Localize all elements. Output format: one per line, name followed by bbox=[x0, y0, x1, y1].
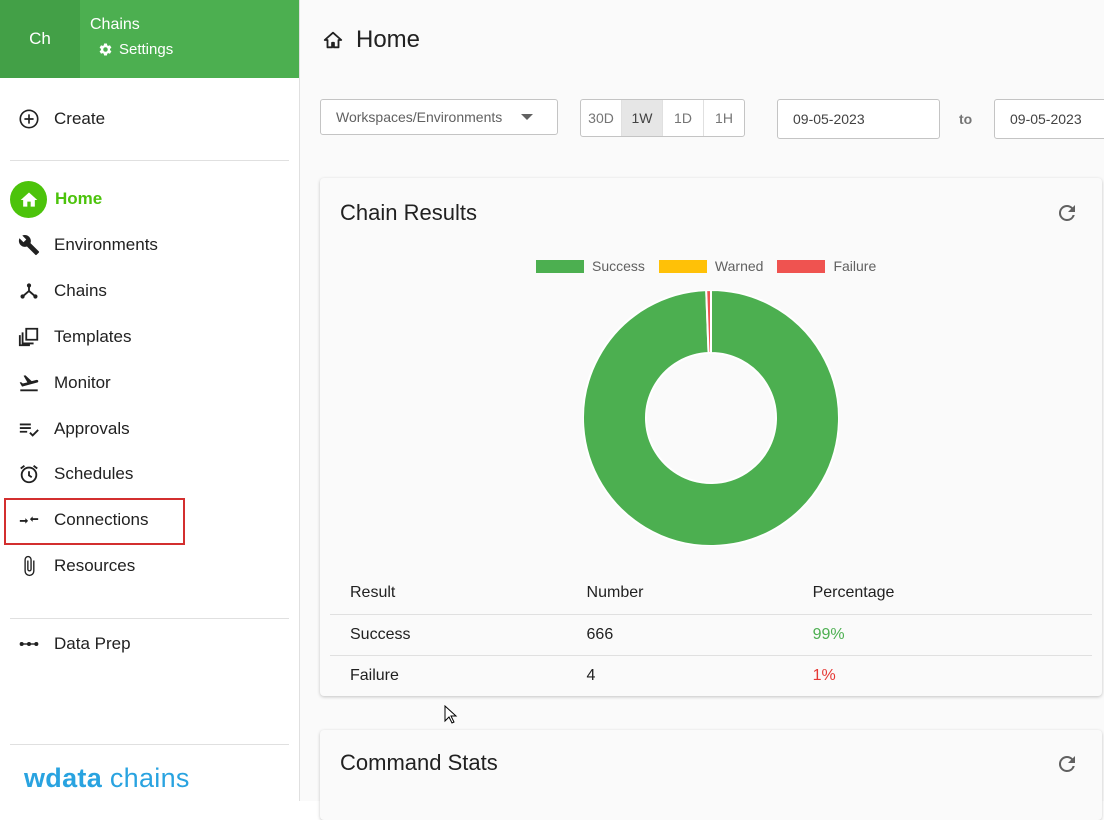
wrench-icon bbox=[18, 234, 40, 256]
table-row: Success 666 99% bbox=[330, 614, 1092, 656]
chain-results-title: Chain Results bbox=[340, 200, 477, 225]
range-1d-button[interactable]: 1D bbox=[663, 100, 704, 136]
sidebar-item-data-prep[interactable]: Data Prep bbox=[18, 627, 131, 661]
sidebar-header: Ch Chains Settings bbox=[0, 0, 299, 78]
app-title: Chains bbox=[90, 16, 140, 33]
sidebar-item-environments[interactable]: Environments bbox=[18, 228, 158, 262]
column-header: Result bbox=[350, 584, 396, 601]
sidebar-item-label: Schedules bbox=[54, 464, 134, 483]
table-row: Failure 4 1% bbox=[330, 655, 1092, 696]
sidebar-item-chains[interactable]: Chains bbox=[18, 274, 107, 308]
sidebar-item-home[interactable]: Home bbox=[55, 182, 102, 216]
sidebar-item-label: Resources bbox=[54, 556, 136, 575]
number-cell: 666 bbox=[566, 614, 793, 656]
date-from-input[interactable]: 09-05-2023 bbox=[777, 99, 940, 139]
legend-swatch bbox=[777, 259, 826, 273]
data-prep-icon bbox=[18, 633, 40, 655]
date-to-input[interactable]: 09-05-2023 bbox=[994, 99, 1104, 139]
templates-icon bbox=[18, 326, 40, 348]
legend-item[interactable]: Warned bbox=[658, 258, 764, 274]
create-label: Create bbox=[54, 109, 106, 128]
gear-icon bbox=[99, 43, 112, 56]
home-badge[interactable] bbox=[10, 181, 47, 218]
chevron-down-icon bbox=[521, 114, 533, 120]
sidebar-item-label: Monitor bbox=[54, 373, 111, 392]
divider bbox=[10, 160, 289, 161]
add-circle-icon bbox=[19, 109, 39, 129]
legend-label: Success bbox=[592, 258, 645, 274]
command-stats-card: Command Stats bbox=[320, 730, 1102, 820]
brand-logo: wdata chains bbox=[24, 763, 190, 793]
sidebar: Ch Chains Settings Create Home Environme… bbox=[0, 0, 300, 801]
donut-chart bbox=[583, 290, 839, 546]
sidebar-item-label: Data Prep bbox=[54, 634, 131, 653]
connections-highlight bbox=[4, 498, 185, 545]
main-content: Home Workspaces/Environments 30D 1W 1D 1… bbox=[300, 0, 1104, 820]
result-cell: Failure bbox=[330, 655, 567, 696]
divider bbox=[10, 744, 289, 745]
time-range-toggle: 30D 1W 1D 1H bbox=[580, 99, 745, 137]
to-label: to bbox=[959, 111, 973, 127]
column-header: Number bbox=[586, 584, 644, 601]
legend-label: Warned bbox=[714, 258, 764, 274]
chart-legend: Success Warned Failure bbox=[536, 258, 876, 274]
monitor-icon bbox=[18, 372, 40, 394]
sidebar-item-monitor[interactable]: Monitor bbox=[18, 366, 111, 400]
legend-swatch bbox=[536, 259, 584, 273]
page-title: Home bbox=[322, 26, 420, 54]
refresh-icon bbox=[1058, 204, 1075, 221]
approvals-icon bbox=[18, 418, 40, 440]
refresh-icon bbox=[1058, 756, 1075, 772]
percentage-cell: 99% bbox=[792, 614, 1092, 656]
refresh-button[interactable] bbox=[1055, 752, 1079, 776]
range-1w-button[interactable]: 1W bbox=[622, 100, 663, 136]
column-header: Percentage bbox=[812, 584, 895, 601]
paperclip-icon bbox=[18, 555, 40, 577]
divider bbox=[10, 618, 289, 619]
legend-label: Failure bbox=[833, 258, 877, 274]
percentage-cell: 1% bbox=[792, 655, 1092, 696]
chains-icon bbox=[18, 280, 40, 302]
results-table: Result Number Percentage Success 666 99%… bbox=[330, 572, 1092, 696]
range-30d-button[interactable]: 30D bbox=[581, 100, 622, 136]
sidebar-item-templates[interactable]: Templates bbox=[18, 320, 131, 354]
sidebar-item-resources[interactable]: Resources bbox=[18, 549, 135, 583]
alarm-icon bbox=[18, 463, 40, 485]
sidebar-item-label: Approvals bbox=[54, 419, 130, 438]
settings-label: Settings bbox=[119, 41, 174, 58]
number-cell: 4 bbox=[566, 655, 793, 696]
mouse-cursor-icon bbox=[444, 705, 458, 724]
sidebar-item-approvals[interactable]: Approvals bbox=[18, 412, 130, 446]
refresh-button[interactable] bbox=[1055, 201, 1079, 225]
avatar[interactable]: Ch bbox=[0, 0, 80, 78]
sidebar-item-label: Chains bbox=[54, 281, 107, 300]
legend-swatch bbox=[658, 259, 707, 273]
command-stats-title: Command Stats bbox=[340, 750, 498, 775]
sidebar-item-label: Environments bbox=[54, 235, 158, 254]
sidebar-item-label: Home bbox=[55, 189, 103, 208]
create-button[interactable]: Create bbox=[18, 108, 105, 130]
legend-item[interactable]: Success bbox=[536, 258, 645, 274]
result-cell: Success bbox=[330, 614, 567, 656]
table-header-row: Result Number Percentage bbox=[330, 572, 1092, 615]
range-1h-button[interactable]: 1H bbox=[704, 100, 744, 136]
legend-item[interactable]: Failure bbox=[777, 258, 876, 274]
sidebar-item-label: Templates bbox=[54, 327, 132, 346]
home-outline-icon bbox=[323, 31, 343, 49]
sidebar-item-schedules[interactable]: Schedules bbox=[18, 457, 133, 491]
workspace-select-label: Workspaces/Environments bbox=[336, 109, 503, 125]
home-icon bbox=[20, 192, 37, 207]
settings-link[interactable]: Settings bbox=[98, 41, 173, 58]
workspace-select[interactable]: Workspaces/Environments bbox=[320, 99, 558, 135]
